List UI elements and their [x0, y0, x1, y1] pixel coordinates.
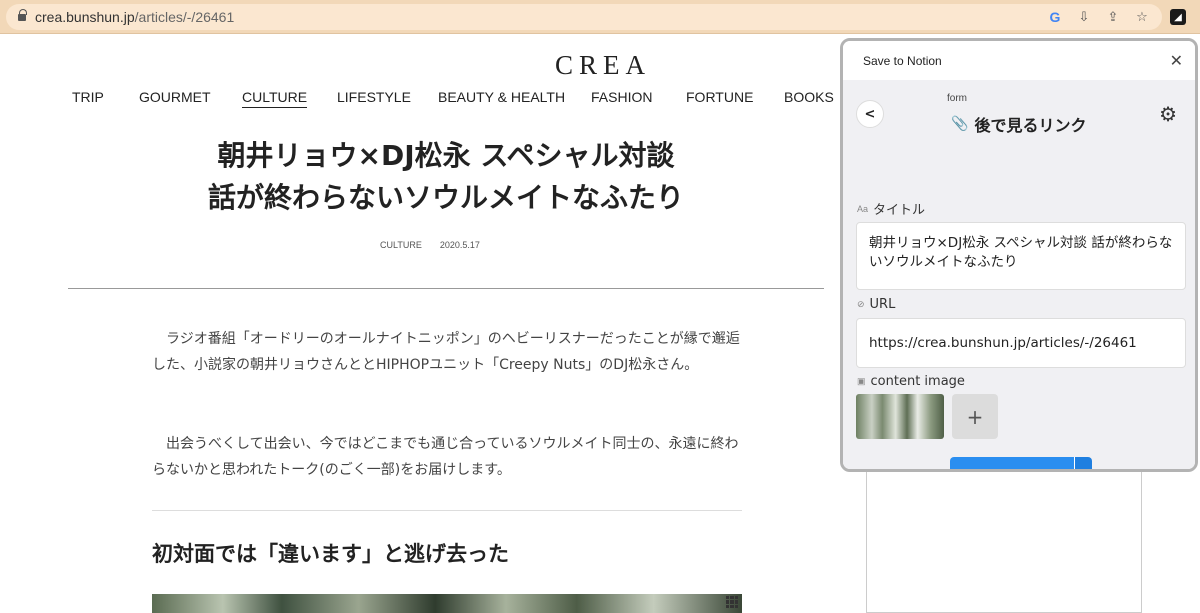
paperclip-icon: 📎: [951, 116, 969, 132]
popup-body: < form 📎 後で見るリンク ⚙ Aa タイトル 朝井リョウ×DJ松永 スペ…: [843, 80, 1195, 469]
gear-icon[interactable]: ⚙: [1159, 102, 1177, 126]
url-field[interactable]: https://crea.bunshun.jp/articles/-/26461: [856, 318, 1186, 368]
database-title: 📎 後で見るリンク: [951, 116, 1087, 135]
article-paragraph: 出会うべくして出会い、今ではどこまでも通じ合っているソウルメイト同士の、永遠に終…: [152, 436, 739, 478]
title-field-label: Aa タイトル: [857, 203, 926, 218]
title-field[interactable]: 朝井リョウ×DJ松永 スペシャル対談 話が終わらないソウルメイトなふたり: [856, 222, 1186, 290]
text-property-icon: Aa: [857, 203, 869, 214]
save-page-button[interactable]: Save Page: [950, 457, 1074, 469]
content-image-thumbnail[interactable]: [856, 394, 944, 439]
save-to-notion-popup: Save to Notion ✕ < form 📎 後で見るリンク ⚙ Aa タ…: [840, 38, 1198, 472]
article-photo: [152, 594, 742, 613]
article-paragraph: ラジオ番組「オードリーのオールナイトニッポン」のヘビーリスナーだったことが縁で邂…: [152, 331, 740, 373]
nav-item-books[interactable]: BOOKS: [784, 89, 834, 105]
nav-item-culture[interactable]: CULTURE: [242, 89, 308, 108]
nav-item-trip[interactable]: TRIP: [72, 89, 104, 105]
section-heading: 初対面では「違います」と逃げ去った: [152, 542, 509, 566]
link-icon: ⊘: [857, 299, 865, 309]
chevron-down-icon[interactable]: ▼: [1074, 457, 1092, 469]
nav-item-fortune[interactable]: FORTUNE: [686, 89, 753, 105]
star-icon[interactable]: ☆: [1132, 7, 1152, 27]
install-icon[interactable]: ⇩: [1074, 7, 1094, 27]
share-icon[interactable]: ⇪: [1103, 7, 1123, 27]
nav-item-beauty-health[interactable]: BEAUTY & HEALTH: [438, 89, 565, 105]
image-field-label: ▣ content image: [857, 374, 965, 389]
notion-extension-icon[interactable]: ◢: [1170, 9, 1186, 25]
sidebar-ad-frame: [866, 470, 1142, 613]
article-meta: CULTURE 2020.5.17: [380, 240, 520, 250]
address-bar[interactable]: crea.bunshun.jp/articles/-/26461 G ⇩ ⇪ ☆: [6, 4, 1162, 30]
divider: [152, 510, 742, 511]
browser-toolbar: crea.bunshun.jp/articles/-/26461 G ⇩ ⇪ ☆…: [0, 0, 1200, 34]
nav-item-fashion[interactable]: FASHION: [591, 89, 652, 105]
url-text[interactable]: crea.bunshun.jp/articles/-/26461: [35, 9, 234, 25]
chevron-left-icon: <: [864, 106, 876, 122]
google-icon[interactable]: G: [1045, 7, 1065, 27]
site-nav: TRIP GOURMET CULTURE LIFESTYLE BEAUTY & …: [0, 89, 860, 109]
back-button[interactable]: <: [856, 100, 884, 128]
gallery-grid-icon[interactable]: [726, 596, 738, 608]
image-icon: ▣: [857, 376, 866, 386]
lock-icon[interactable]: [18, 8, 27, 22]
nav-item-lifestyle[interactable]: LIFESTYLE: [337, 89, 411, 105]
close-icon[interactable]: ✕: [1170, 51, 1183, 70]
article-category[interactable]: CULTURE: [380, 240, 422, 250]
add-image-button[interactable]: +: [952, 394, 998, 439]
divider: [68, 288, 824, 289]
site-logo[interactable]: CREA: [555, 50, 651, 81]
form-label: form: [947, 93, 967, 104]
browser-window: crea.bunshun.jp/articles/-/26461 G ⇩ ⇪ ☆…: [0, 0, 1200, 613]
article-date: 2020.5.17: [439, 240, 480, 250]
save-button-group: Save Page ▼: [950, 457, 1092, 469]
article-title: 朝井リョウ×DJ松永 スペシャル対談 話が終わらないソウルメイトなふたり: [207, 139, 684, 214]
nav-item-gourmet[interactable]: GOURMET: [139, 89, 211, 105]
popup-header: Save to Notion: [843, 41, 1195, 80]
url-field-label: ⊘ URL: [857, 297, 896, 312]
